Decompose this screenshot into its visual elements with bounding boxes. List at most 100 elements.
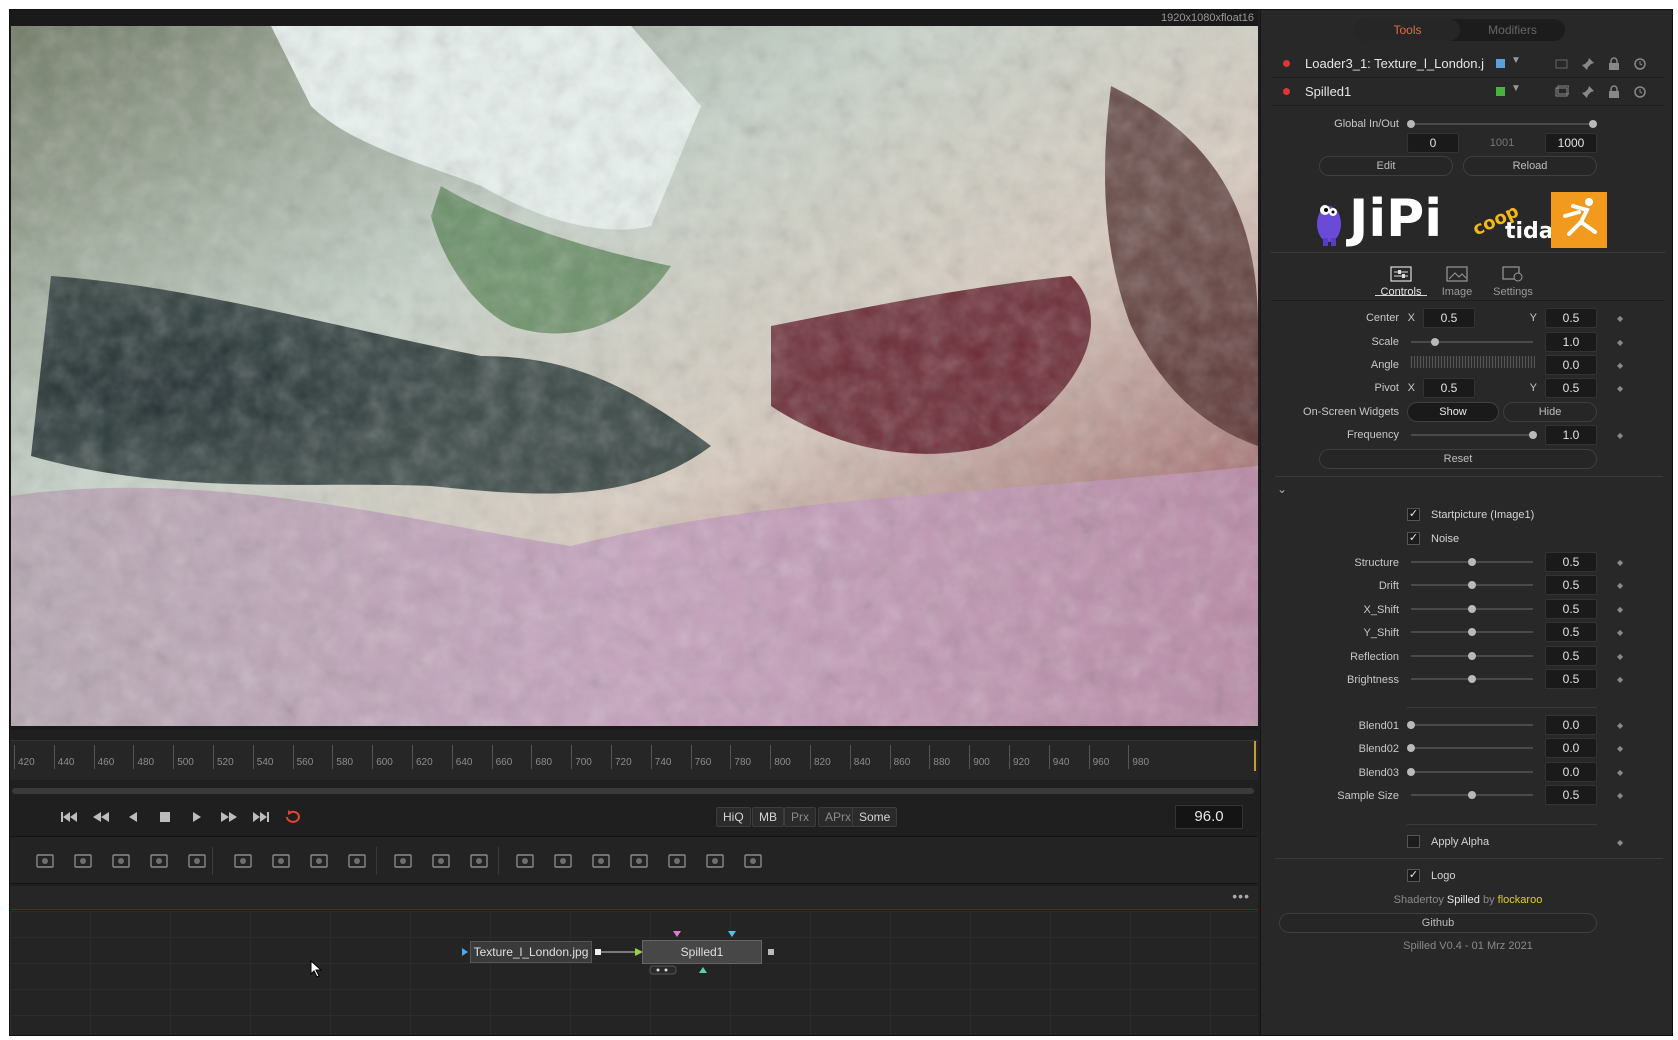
pin-icon[interactable]: [1581, 57, 1595, 71]
merge-3d-icon[interactable]: [626, 849, 652, 873]
spotlight-3d-icon[interactable]: [702, 849, 728, 873]
keyframe-icon[interactable]: ◆: [1617, 768, 1623, 777]
reset-button[interactable]: Reset: [1319, 449, 1597, 469]
play-reverse-fast-button[interactable]: [90, 807, 112, 827]
github-button[interactable]: Github: [1279, 913, 1597, 933]
slider-handle[interactable]: [1468, 558, 1476, 566]
merge-icon[interactable]: [184, 849, 210, 873]
slider-track[interactable]: [1411, 341, 1533, 343]
tool-row-spilled[interactable]: Spilled1 ▼: [1271, 78, 1665, 106]
version-icon[interactable]: [1555, 57, 1569, 71]
background-icon[interactable]: [32, 849, 58, 873]
keyframe-icon[interactable]: ◆: [1617, 314, 1623, 323]
tool-active-dot[interactable]: [1283, 88, 1290, 95]
particle-emitter-icon[interactable]: [390, 849, 416, 873]
node-editor-menu-icon[interactable]: •••: [1232, 888, 1250, 904]
option-checkbox[interactable]: ✓: [1407, 532, 1420, 545]
keyframe-icon[interactable]: ◆: [1617, 558, 1623, 567]
chevron-down-icon[interactable]: ▼: [1511, 55, 1521, 66]
param-value-field[interactable]: 0.0: [1545, 761, 1597, 782]
slider-handle[interactable]: [1468, 581, 1476, 590]
camera-3d-icon[interactable]: [664, 849, 690, 873]
shape-3d-icon[interactable]: [550, 849, 576, 873]
rectangle-mask-icon[interactable]: [230, 849, 256, 873]
slider-handle[interactable]: [1468, 628, 1476, 637]
pin-icon[interactable]: [1581, 85, 1595, 99]
paint-icon[interactable]: [70, 849, 96, 873]
tab-tools[interactable]: Tools: [1355, 19, 1460, 41]
timeline-scrollbar[interactable]: [12, 788, 1254, 794]
tool-active-dot[interactable]: [1283, 60, 1290, 67]
text-3d-icon[interactable]: [588, 849, 614, 873]
loop-icon[interactable]: [282, 807, 304, 827]
timeline-ruler[interactable]: 420 440 460 480 500 520 540 560 580 600 620 640 660 6…: [10, 740, 1258, 780]
reset-icon[interactable]: [1633, 57, 1647, 71]
hiq-toggle[interactable]: HiQ: [716, 807, 751, 827]
param-value-field[interactable]: 0.0: [1545, 738, 1597, 759]
keyframe-icon[interactable]: ◆: [1617, 744, 1623, 753]
keyframe-icon[interactable]: ◆: [1617, 791, 1623, 800]
selective-update-toggle[interactable]: Some: [852, 807, 898, 827]
tab-modifiers[interactable]: Modifiers: [1460, 19, 1565, 41]
reset-icon[interactable]: [1633, 85, 1647, 99]
current-frame-field[interactable]: 96.0: [1175, 805, 1243, 829]
tab-image[interactable]: Image: [1429, 266, 1485, 298]
play-button[interactable]: [186, 807, 208, 827]
hide-widgets-button[interactable]: Hide: [1503, 402, 1597, 422]
play-forward-fast-button[interactable]: [218, 807, 240, 827]
go-to-start-button[interactable]: [58, 807, 80, 827]
bspline-mask-icon[interactable]: [344, 849, 370, 873]
particle-render-icon[interactable]: [428, 849, 454, 873]
tab-controls[interactable]: Controls: [1373, 266, 1429, 298]
step-back-button[interactable]: [122, 807, 144, 827]
loader-node[interactable]: Texture_l_London.jpg: [470, 941, 592, 963]
slider-handle[interactable]: [1407, 744, 1415, 753]
keyframe-icon[interactable]: ◆: [1617, 338, 1623, 347]
global-in-handle[interactable]: [1407, 120, 1415, 128]
center-y-field[interactable]: 0.5: [1545, 308, 1597, 328]
keyframe-icon[interactable]: ◆: [1617, 838, 1623, 847]
slider-handle[interactable]: [1407, 767, 1415, 776]
viewer-image[interactable]: [11, 26, 1258, 726]
particle-merge-icon[interactable]: [466, 849, 492, 873]
slider-handle[interactable]: [1468, 791, 1476, 800]
keyframe-icon[interactable]: ◆: [1617, 675, 1623, 684]
keyframe-icon[interactable]: ◆: [1617, 581, 1623, 590]
frequency-field[interactable]: 1.0: [1545, 425, 1597, 445]
global-out-field[interactable]: 1000: [1545, 133, 1597, 153]
angle-field[interactable]: 0.0: [1545, 355, 1597, 375]
param-value-field[interactable]: 0.5: [1545, 598, 1597, 619]
angle-thumbwheel[interactable]: [1409, 356, 1535, 368]
reload-button[interactable]: Reload: [1463, 156, 1597, 176]
slider-track[interactable]: [1411, 434, 1533, 436]
slider-track[interactable]: [1411, 747, 1533, 750]
mask-paint-icon[interactable]: [108, 849, 134, 873]
tab-settings[interactable]: Settings: [1485, 266, 1541, 298]
edit-button[interactable]: Edit: [1319, 156, 1453, 176]
pivot-x-field[interactable]: 0.5: [1423, 378, 1475, 398]
lock-icon[interactable]: [1607, 85, 1621, 99]
param-value-field[interactable]: 0.5: [1545, 645, 1597, 666]
keyframe-icon[interactable]: ◆: [1617, 652, 1623, 661]
keyframe-icon[interactable]: ◆: [1617, 431, 1623, 440]
polygon-mask-icon[interactable]: [306, 849, 332, 873]
slider-track[interactable]: [1411, 724, 1533, 726]
global-out-handle[interactable]: [1589, 120, 1597, 128]
keyframe-icon[interactable]: ◆: [1617, 384, 1623, 393]
slider-track[interactable]: [1411, 770, 1533, 773]
logo-checkbox[interactable]: ✓: [1407, 869, 1420, 882]
slider-handle[interactable]: [1468, 604, 1476, 613]
center-x-field[interactable]: 0.5: [1423, 308, 1475, 328]
proxy-toggle[interactable]: Prx: [784, 807, 816, 827]
tool-color-swatch[interactable]: [1496, 59, 1505, 68]
slider-handle[interactable]: [1529, 431, 1537, 439]
transform-icon[interactable]: [146, 849, 172, 873]
stop-button[interactable]: [154, 807, 176, 827]
param-value-field[interactable]: 0.5: [1545, 552, 1597, 572]
slider-handle[interactable]: [1407, 721, 1415, 729]
param-value-field[interactable]: 0.0: [1545, 715, 1597, 735]
tool-color-swatch[interactable]: [1496, 87, 1505, 96]
tool-row-loader[interactable]: Loader3_1: Texture_l_London.j ▼: [1271, 50, 1665, 78]
motion-blur-toggle[interactable]: MB: [752, 807, 784, 827]
keyframe-icon[interactable]: ◆: [1617, 605, 1623, 614]
